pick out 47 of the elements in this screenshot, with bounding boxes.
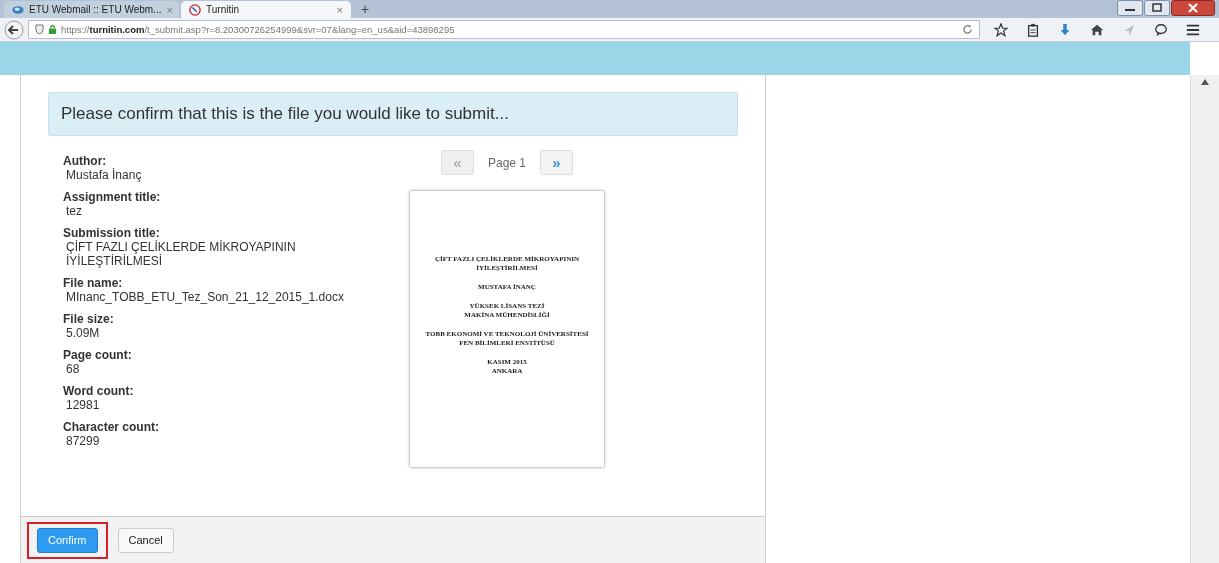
page-label: Page 1 <box>487 155 526 170</box>
next-page-button[interactable]: » <box>540 150 573 175</box>
field-label: File size: <box>63 312 115 326</box>
chat-icon[interactable] <box>1154 22 1168 37</box>
field-value: Mustafa İnanç <box>65 168 143 182</box>
field-value: ÇİFT FAZLI ÇELİKLERDE MİKROYAPININ İYİLEŞTİRİLMESİ <box>65 240 297 268</box>
field-label: Character count: <box>63 420 161 434</box>
logo-icon <box>189 3 201 16</box>
new-tab-button[interactable]: + <box>353 1 378 18</box>
browser-tab[interactable]: Turnitin × <box>181 1 351 18</box>
tab-title: ETU Webmail :: ETU Webm... <box>29 4 162 15</box>
close-icon[interactable] <box>1171 0 1215 16</box>
close-icon[interactable]: × <box>336 3 343 16</box>
field-label: Author: <box>63 154 108 168</box>
lock-icon <box>48 24 57 35</box>
clipboard-icon[interactable] <box>1026 22 1040 37</box>
scroll-up-icon[interactable] <box>1201 79 1209 85</box>
close-icon[interactable]: × <box>166 3 173 16</box>
shield-icon <box>35 24 44 35</box>
field-value: 5.09M <box>65 326 101 340</box>
url-text: https://turnitin.com/t_submit.asp?r=8.20300726254999&svr=07&lang=en_us&aid=43898295 <box>61 24 456 35</box>
browser-tab[interactable]: ETU Webmail :: ETU Webm... × <box>4 1 179 18</box>
scrollbar[interactable] <box>1190 75 1219 563</box>
cancel-button[interactable]: Cancel <box>117 527 174 553</box>
field-label: Assignment title: <box>63 190 162 204</box>
download-icon[interactable] <box>1058 22 1072 37</box>
field-value: 87299 <box>65 434 101 448</box>
reload-icon[interactable] <box>962 24 973 35</box>
globe-icon <box>12 3 24 16</box>
field-value: 68 <box>65 362 81 376</box>
back-icon[interactable] <box>4 19 24 40</box>
confirm-button[interactable]: Confirm <box>37 527 98 553</box>
minimize-icon[interactable] <box>1117 0 1143 16</box>
field-value: MInanc_TOBB_ETU_Tez_Son_21_12_2015_1.docx <box>65 290 345 304</box>
field-label: Page count: <box>63 348 133 362</box>
confirm-heading: Please confirm that this is the file you would like to submit... <box>48 92 738 136</box>
field-value: 12981 <box>65 398 101 412</box>
tab-title: Turnitin <box>206 4 240 15</box>
maximize-icon[interactable] <box>1144 0 1170 16</box>
menu-icon[interactable] <box>1186 22 1200 37</box>
field-label: Word count: <box>63 384 135 398</box>
home-icon[interactable] <box>1090 22 1104 37</box>
field-value: tez <box>65 204 83 218</box>
star-icon[interactable] <box>994 22 1008 37</box>
address-field[interactable]: https://turnitin.com/t_submit.asp?r=8.20300726254999&svr=07&lang=en_us&aid=43898295 <box>28 20 980 39</box>
field-label: File name: <box>63 276 124 290</box>
field-label: Submission title: <box>63 226 161 240</box>
